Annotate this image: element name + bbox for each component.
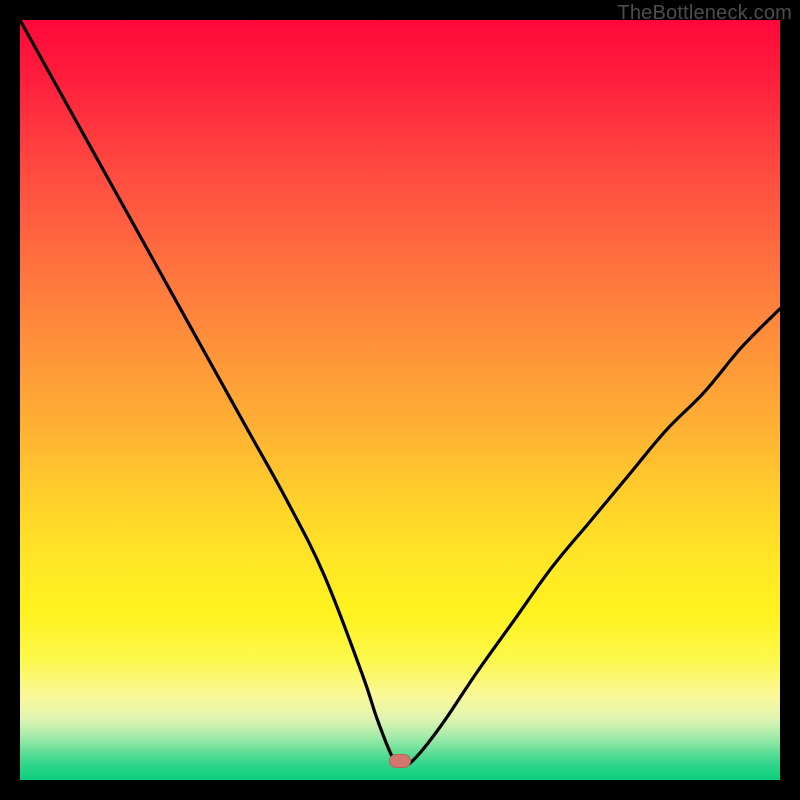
chart-frame: TheBottleneck.com xyxy=(0,0,800,800)
minimum-marker xyxy=(389,754,411,768)
plot-area xyxy=(20,20,780,780)
bottleneck-curve xyxy=(20,20,780,780)
